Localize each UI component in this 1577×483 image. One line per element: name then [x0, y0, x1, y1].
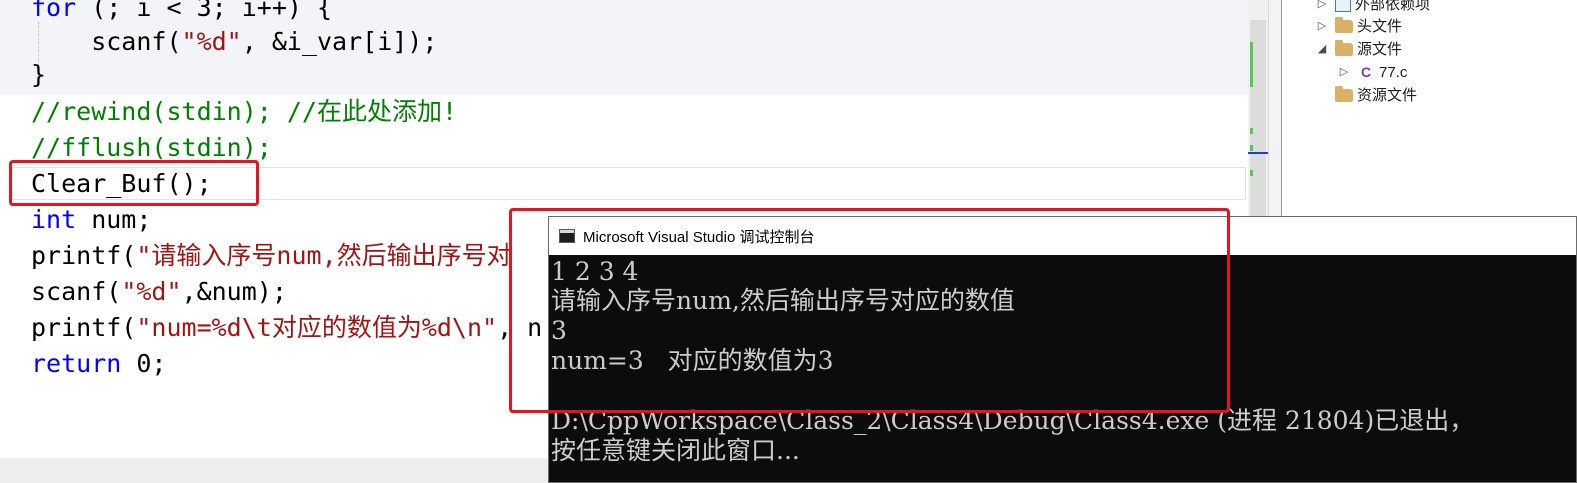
- code-text: ,&num);: [181, 277, 287, 306]
- tree-item-source-files[interactable]: ◢ 源文件: [1315, 38, 1402, 61]
- code-line[interactable]: return 0;: [31, 346, 166, 382]
- code-line[interactable]: for (; i < 3; i++) {: [31, 0, 332, 26]
- solution-explorer: ▷ 外部依赖项 ▷ 头文件 ◢ 源文件 ▷ C 77.c 资源文件: [1282, 0, 1577, 218]
- change-marker: [1250, 145, 1253, 151]
- tree-item-label: 77.c: [1379, 64, 1408, 81]
- dependencies-icon: [1335, 0, 1351, 12]
- code-text: num;: [76, 205, 152, 234]
- tree-item-label: 资源文件: [1357, 87, 1418, 104]
- code-comment: //fflush(stdin);: [31, 133, 272, 162]
- folder-icon: [1335, 17, 1353, 33]
- code-comment: //rewind(stdin); //在此处添加!: [31, 97, 458, 126]
- tree-item-label: 源文件: [1357, 41, 1403, 58]
- code-line[interactable]: scanf("%d", &i_var[i]);: [31, 24, 437, 60]
- tree-item-label: 外部依赖项: [1355, 0, 1431, 13]
- code-line[interactable]: printf("请输入序号num,然后输出序号对: [31, 238, 512, 274]
- expand-arrow-icon[interactable]: ▷: [1337, 61, 1351, 84]
- folder-icon: [1335, 86, 1353, 102]
- tree-item-external-dependencies[interactable]: ▷ 外部依赖项: [1315, 0, 1430, 16]
- code-text: scanf(: [31, 277, 122, 306]
- change-marker: [1250, 128, 1253, 134]
- code-text: }: [31, 60, 47, 89]
- code-text: printf(: [31, 241, 137, 270]
- code-text: scanf(: [31, 27, 182, 56]
- code-string: "请输入序号num,然后输出序号对: [136, 241, 512, 270]
- code-line[interactable]: //rewind(stdin); //在此处添加!: [31, 94, 457, 130]
- tree-item-header-files[interactable]: ▷ 头文件: [1315, 15, 1402, 38]
- code-keyword: for: [31, 0, 77, 22]
- c-file-icon: C: [1360, 64, 1372, 80]
- code-keyword: int: [31, 205, 77, 234]
- code-line[interactable]: printf("num=%d\t对应的数值为%d\n", n: [31, 310, 542, 346]
- editor-vertical-scrollbar[interactable]: [1248, 0, 1268, 218]
- annotation-box-clear-buf: [9, 160, 259, 206]
- code-text: (; i < 3; i++) {: [76, 0, 333, 22]
- code-string: "%d": [121, 277, 182, 306]
- code-line[interactable]: int num;: [31, 202, 151, 238]
- code-text: , &i_var[i]);: [241, 27, 438, 56]
- code-line[interactable]: scanf("%d",&num);: [31, 274, 287, 310]
- change-marker: [1250, 170, 1253, 176]
- tree-item-resource-files[interactable]: 资源文件: [1315, 84, 1417, 107]
- collapse-arrow-icon[interactable]: ◢: [1315, 38, 1329, 61]
- code-text: 0;: [121, 349, 167, 378]
- tree-item-77-c[interactable]: ▷ C 77.c: [1337, 61, 1408, 84]
- tree-item-label: 头文件: [1357, 18, 1403, 35]
- console-line: 按任意键关闭此窗口...: [551, 436, 800, 465]
- caret-position-marker: [1248, 152, 1268, 154]
- code-line[interactable]: }: [31, 57, 46, 93]
- code-string: "num=%d\t对应的数值为%d\n": [136, 313, 498, 342]
- expand-arrow-icon[interactable]: ▷: [1315, 15, 1329, 38]
- code-string: "%d": [181, 27, 242, 56]
- panel-splitter[interactable]: [1268, 0, 1282, 218]
- code-keyword: return: [31, 349, 122, 378]
- code-text: printf(: [31, 313, 137, 342]
- annotation-box-console-output: [509, 208, 1230, 413]
- folder-icon: [1335, 40, 1353, 56]
- change-marker: [1250, 42, 1253, 87]
- expand-arrow-icon[interactable]: ▷: [1315, 0, 1329, 16]
